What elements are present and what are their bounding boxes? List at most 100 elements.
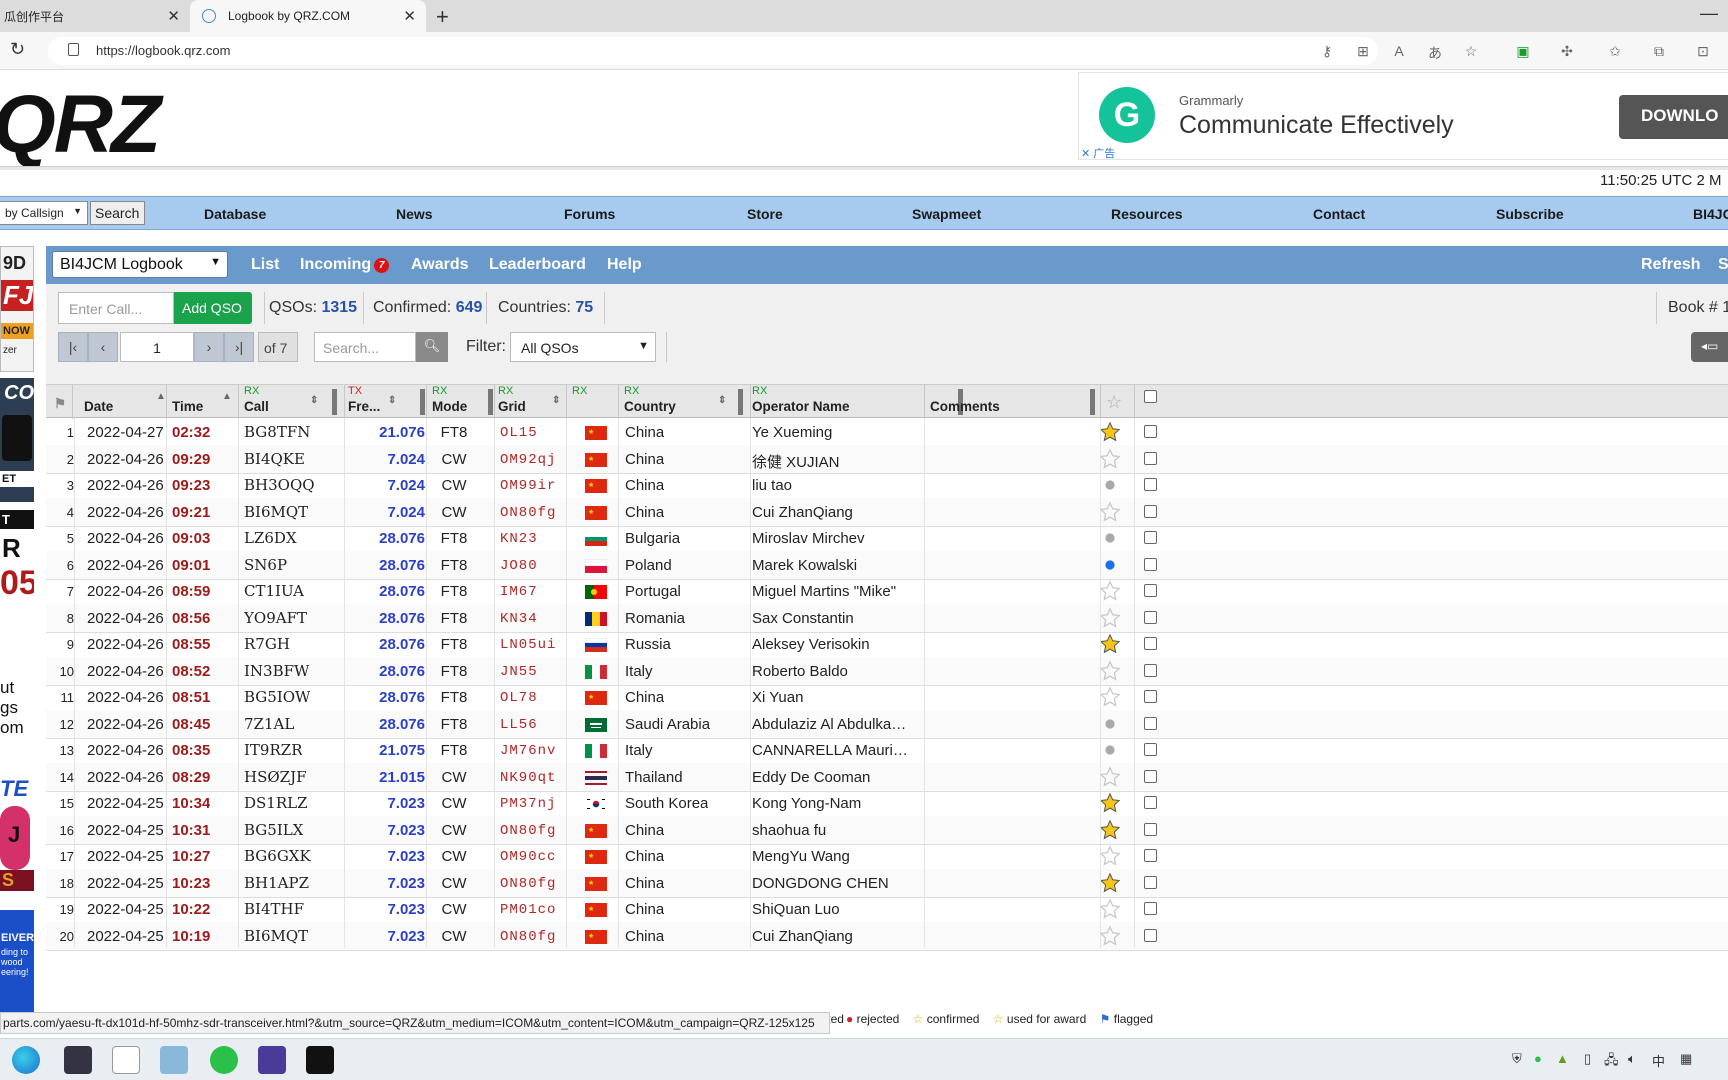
left-ad-column[interactable]: 9D FJ NOW zer CO ET T R 05 ut gs om TE J…: [0, 246, 34, 1020]
nav-swapmeet[interactable]: Swapmeet: [912, 206, 981, 222]
shield-icon[interactable]: ⛨: [1512, 1051, 1522, 1067]
table-row[interactable]: 18 2022-04-25 10:23 BH1APZ 7.023 CW ON80fg ★ Chi…: [46, 868, 1728, 898]
terminal-icon[interactable]: [64, 1046, 92, 1074]
row-checkbox[interactable]: [1144, 557, 1157, 571]
table-row[interactable]: 4 2022-04-26 09:21 BI6MQT 7.024 CW ON80fg ★ Chin…: [46, 497, 1728, 527]
tab-help[interactable]: Help: [607, 256, 642, 274]
row-checkbox[interactable]: [1144, 637, 1157, 650]
network-icon[interactable]: 🖧︎: [1604, 1051, 1619, 1073]
row-checkbox[interactable]: [1144, 928, 1157, 942]
column-resize-handle[interactable]: [332, 389, 337, 415]
column-resize-handle[interactable]: [420, 389, 425, 415]
row-checkbox[interactable]: [1144, 425, 1157, 438]
row-checkbox[interactable]: [1144, 690, 1157, 703]
table-row[interactable]: 9 2022-04-26 08:55 R7GH 28.076 FT8 LN05ui Russi…: [46, 630, 1728, 659]
select-all-checkbox[interactable]: [1144, 390, 1157, 403]
requested-dot-icon[interactable]: [1099, 474, 1121, 496]
logbook-search-input[interactable]: Search...: [314, 332, 416, 362]
column-resize-handle[interactable]: [1090, 389, 1095, 415]
nav-subscribe[interactable]: Subscribe: [1496, 206, 1564, 222]
table-row[interactable]: 16 2022-04-25 10:31 BG5ILX 7.023 CW ON80fg ★ Chi…: [46, 815, 1728, 845]
translate-icon[interactable]: あ: [1426, 43, 1444, 61]
table-row[interactable]: 13 2022-04-26 08:35 IT9RZR 21.075 FT8 JM76nv It…: [46, 736, 1728, 765]
row-checkbox[interactable]: [1144, 504, 1157, 518]
row-checkbox[interactable]: [1144, 531, 1157, 544]
row-checkbox[interactable]: [1144, 875, 1157, 889]
qso-callsign[interactable]: BG6GXK: [244, 847, 311, 865]
nav-user[interactable]: BI4JC: [1693, 206, 1728, 222]
files-icon[interactable]: [160, 1046, 188, 1074]
nav-store[interactable]: Store: [747, 206, 783, 222]
reload-icon[interactable]: ↻: [10, 39, 25, 60]
browser-tab-0[interactable]: 瓜创作平台 ✕: [0, 0, 190, 32]
settings-link[interactable]: S: [1718, 256, 1728, 274]
volume-icon[interactable]: 🔈︎: [1628, 1051, 1636, 1067]
requested-dot-icon[interactable]: [1099, 713, 1121, 735]
row-checkbox[interactable]: [1144, 478, 1157, 491]
ad-download-button[interactable]: DOWNLO: [1619, 95, 1728, 139]
nav-news[interactable]: News: [396, 206, 433, 222]
qso-callsign[interactable]: CT1IUA: [244, 582, 304, 600]
qso-callsign[interactable]: BI6MQT: [244, 503, 308, 521]
next-page-button[interactable]: ›: [194, 332, 224, 362]
ad-close-mark[interactable]: ✕ 广告: [1081, 145, 1115, 161]
mm-app-icon[interactable]: [258, 1046, 286, 1074]
table-row[interactable]: 5 2022-04-26 09:03 LZ6DX 28.076 FT8 KN23 Bulgar…: [46, 524, 1728, 553]
qso-callsign[interactable]: BI4QKE: [244, 450, 305, 468]
col-flag[interactable]: RX: [572, 385, 612, 419]
table-row[interactable]: 15 2022-04-25 10:34 DS1RLZ 7.023 CW PM37nj Sout…: [46, 789, 1728, 818]
page-number-input[interactable]: 1: [120, 332, 194, 362]
table-row[interactable]: 19 2022-04-25 10:22 BI4THF 7.023 CW PM01co ★ Chi…: [46, 895, 1728, 924]
row-checkbox[interactable]: [1144, 716, 1157, 730]
table-row[interactable]: 7 2022-04-26 08:59 CT1IUA 28.076 FT8 IM67 Portu…: [46, 577, 1728, 606]
search-icon[interactable]: 🔍︎: [416, 332, 448, 362]
last-page-button[interactable]: ›|: [224, 332, 254, 362]
tab-awards[interactable]: Awards: [411, 256, 469, 274]
col-status[interactable]: ☆: [1106, 385, 1130, 419]
wechat-icon[interactable]: [210, 1046, 238, 1074]
nav-database[interactable]: Database: [204, 206, 266, 222]
extension-icon[interactable]: ▣: [1514, 43, 1532, 59]
star-outline-icon[interactable]: [1099, 898, 1121, 920]
tab-incoming[interactable]: Incoming 7: [300, 256, 390, 274]
table-row[interactable]: 14 2022-04-26 08:29 HSØZJF 21.015 CW NK90qt Tha…: [46, 762, 1728, 792]
apps-icon[interactable]: ⊞: [1354, 43, 1372, 59]
close-icon[interactable]: ✕: [403, 7, 416, 25]
qso-callsign[interactable]: BI6MQT: [244, 927, 308, 945]
qso-callsign[interactable]: R7GH: [244, 635, 290, 653]
col-date[interactable]: Date ▲: [84, 385, 166, 419]
callsign-search-button[interactable]: Search: [90, 201, 145, 225]
row-checkbox[interactable]: [1144, 610, 1157, 624]
prev-page-button[interactable]: ‹: [88, 332, 118, 362]
tab-leaderboard[interactable]: Leaderboard: [489, 256, 586, 274]
qso-callsign[interactable]: IN3BFW: [244, 662, 309, 680]
confirmed-star-icon[interactable]: [1099, 872, 1121, 894]
battery-icon[interactable]: ▯: [1584, 1051, 1591, 1067]
table-row[interactable]: 17 2022-04-25 10:27 BG6GXK 7.023 CW OM90cc ★ Chi…: [46, 842, 1728, 871]
qso-callsign[interactable]: 7Z1AL: [244, 715, 294, 733]
row-checkbox[interactable]: [1144, 769, 1157, 783]
confirmed-star-icon[interactable]: [1099, 792, 1121, 814]
side-ad-6[interactable]: EIVER ding to wood eering!: [0, 910, 34, 1020]
confirmed-star-icon[interactable]: [1099, 421, 1121, 443]
table-row[interactable]: 12 2022-04-26 08:45 7Z1AL 28.076 FT8 LL56 Saudi…: [46, 709, 1728, 739]
star-outline-icon[interactable]: [1099, 659, 1121, 682]
table-row[interactable]: 10 2022-04-26 08:52 IN3BFW 28.076 FT8 JN55 Ital…: [46, 656, 1728, 686]
table-row[interactable]: 3 2022-04-26 09:23 BH3OQQ 7.024 CW OM99ir ★ Chin…: [46, 471, 1728, 500]
capcut-icon[interactable]: [306, 1046, 334, 1074]
row-checkbox[interactable]: [1144, 796, 1157, 809]
favorite-add-icon[interactable]: ☆: [1462, 43, 1480, 59]
qso-callsign[interactable]: HSØZJF: [244, 768, 307, 786]
star-outline-icon[interactable]: [1099, 845, 1121, 867]
col-time[interactable]: Time ▲: [172, 385, 234, 419]
col-grid[interactable]: RX Grid ⇕: [498, 385, 566, 419]
table-row[interactable]: 2 2022-04-26 09:29 BI4QKE 7.024 CW OM92qj ★ Chin…: [46, 444, 1728, 474]
search-by-select[interactable]: by Callsign ▼: [0, 201, 88, 225]
side-ad-5[interactable]: TE J S: [0, 776, 34, 900]
qrz-logo[interactable]: QRZ: [0, 78, 161, 172]
add-qso-button[interactable]: Add QSO: [174, 292, 252, 324]
col-call[interactable]: RX Call ⇕: [244, 385, 340, 419]
qso-callsign[interactable]: LZ6DX: [244, 529, 297, 547]
browser-tab-1[interactable]: Logbook by QRZ.COM ✕: [190, 0, 426, 32]
side-ad-1[interactable]: 9D FJ NOW zer: [0, 246, 34, 372]
